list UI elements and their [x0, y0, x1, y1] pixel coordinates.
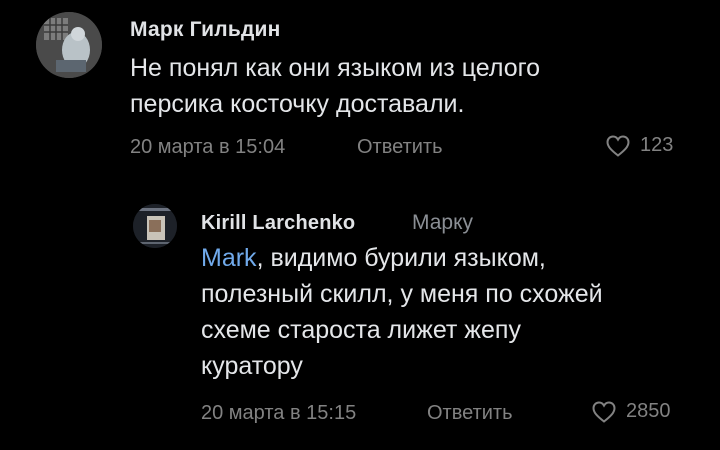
comment-text-line: Не понял как они языком из целого	[130, 54, 541, 82]
comment-text-line: куратору	[201, 352, 303, 380]
comment-text-fragment: , видимо бурили языком,	[256, 244, 546, 272]
author-name[interactable]: Марк Гильдин	[130, 18, 280, 42]
comment-text-line: схеме староста лижет жепу	[201, 316, 521, 344]
comment-text-line: персика косточку доставали.	[130, 90, 465, 118]
like-button[interactable]: 2850	[592, 400, 671, 423]
comment-date[interactable]: 20 марта в 15:15	[201, 402, 356, 425]
comment: Марк Гильдин Не понял как они языком из …	[0, 0, 720, 175]
like-count: 123	[640, 134, 674, 156]
comment-text-line: полезный скилл, у меня по схожей	[201, 280, 603, 308]
comment-date[interactable]: 20 марта в 15:04	[130, 136, 285, 159]
avatar[interactable]	[133, 204, 177, 248]
author-name[interactable]: Kirill Larchenko	[201, 212, 355, 235]
reply-button[interactable]: Ответить	[357, 136, 443, 159]
heart-outline-icon	[592, 400, 616, 423]
like-button[interactable]: 123	[606, 134, 673, 157]
reply-button[interactable]: Ответить	[427, 402, 513, 425]
comment-text-line: Mark, видимо бурили языком,	[201, 240, 701, 276]
reply-comment: Kirill Larchenko Марку Mark, видимо бури…	[0, 190, 720, 450]
like-count: 2850	[626, 400, 671, 422]
comment-text: Mark, видимо бурили языком, полезный ски…	[201, 240, 701, 384]
mention-link[interactable]: Mark	[201, 244, 257, 272]
reply-to-label[interactable]: Марку	[412, 211, 473, 235]
comment-text: Не понял как они языком из целого персик…	[130, 50, 690, 122]
avatar[interactable]	[36, 12, 102, 78]
heart-outline-icon	[606, 134, 630, 157]
